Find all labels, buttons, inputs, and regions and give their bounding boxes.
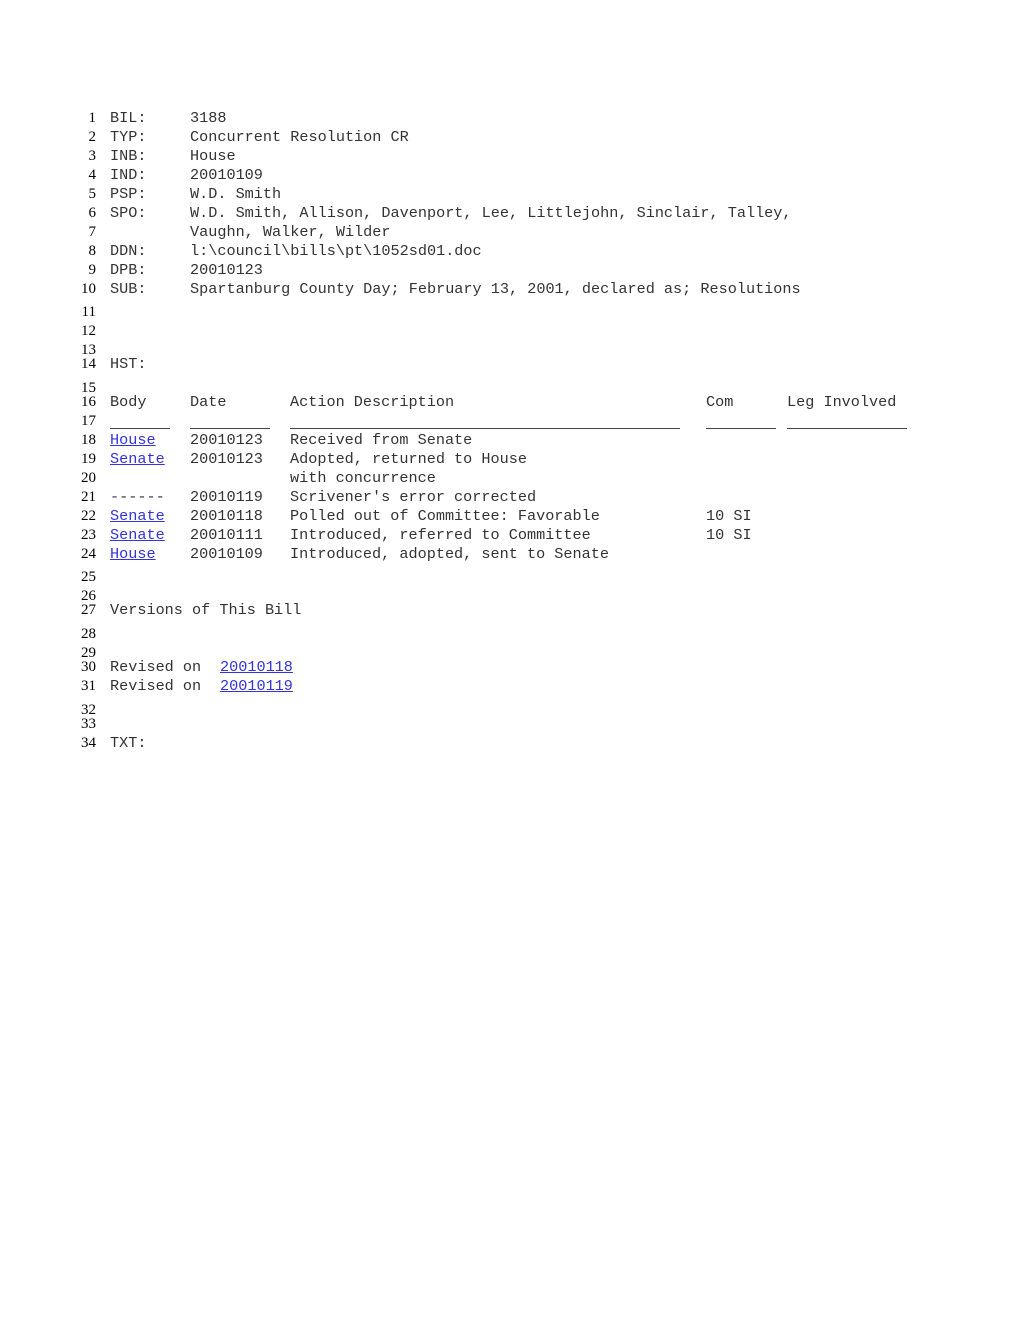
field-key-typ: TYP: xyxy=(110,128,147,146)
text-label: TXT: xyxy=(110,734,147,752)
version-link[interactable]: 20010119 xyxy=(220,678,293,694)
history-action: Scrivener's error corrected xyxy=(290,488,537,506)
line-number: 21 xyxy=(81,489,96,505)
field-value-sub: Spartanburg County Day; February 13, 200… xyxy=(190,280,801,298)
field-key-ind: IND: xyxy=(110,166,147,184)
history-com: 10 SI xyxy=(706,507,752,525)
line-number: 20 xyxy=(81,470,96,486)
field-key-dpb: DPB: xyxy=(110,261,147,279)
field-key-spo: SPO: xyxy=(110,204,147,222)
field-key-bil: BIL: xyxy=(110,109,147,127)
line-number: 31 xyxy=(81,678,96,694)
history-action: Polled out of Committee: Favorable xyxy=(290,507,600,525)
history-header-com: Com xyxy=(706,393,734,411)
history-header-date: Date xyxy=(190,393,227,411)
field-value-dpb: 20010123 xyxy=(190,261,263,279)
line-number: 25 xyxy=(81,569,96,585)
line-number: 11 xyxy=(81,304,96,320)
header-underline-date xyxy=(190,428,270,429)
field-key-ddn: DDN: xyxy=(110,242,147,260)
line-number: 10 xyxy=(81,281,96,297)
history-com: 10 SI xyxy=(706,526,752,544)
header-underline-action xyxy=(290,428,680,429)
line-number: 16 xyxy=(81,394,96,410)
history-header-action: Action Description xyxy=(290,393,455,411)
history-label: HST: xyxy=(110,355,147,373)
history-date: 20010123 xyxy=(190,450,263,468)
field-value-bil: 3188 xyxy=(190,109,227,127)
history-header-body: Body xyxy=(110,393,147,411)
line-number: 23 xyxy=(81,527,96,543)
line-number: 28 xyxy=(81,626,96,642)
history-action: Introduced, referred to Committee xyxy=(290,526,591,544)
history-date: 20010111 xyxy=(190,526,263,544)
line-number: 19 xyxy=(81,451,96,467)
versions-title: Versions of This Bill xyxy=(110,601,302,619)
history-action: Received from Senate xyxy=(290,431,473,449)
line-number: 34 xyxy=(81,735,96,751)
field-value-ind: 20010109 xyxy=(190,166,263,184)
line-number: 9 xyxy=(88,262,97,278)
header-underline-leg xyxy=(787,428,907,429)
line-number: 18 xyxy=(81,432,96,448)
version-prefix: Revised on xyxy=(110,658,211,676)
header-underline-com xyxy=(706,428,776,429)
version-link[interactable]: 20010118 xyxy=(220,659,293,675)
field-value-ddn: l:\council\bills\pt\1052sd01.doc xyxy=(190,242,482,260)
line-number: 2 xyxy=(88,129,97,145)
body-link-senate[interactable]: Senate xyxy=(110,527,165,543)
line-number: 33 xyxy=(81,716,96,732)
line-number: 3 xyxy=(88,148,97,164)
history-date: 20010119 xyxy=(190,488,263,506)
history-action: Adopted, returned to House xyxy=(290,450,527,468)
line-number: 1 xyxy=(88,110,97,126)
line-number: 8 xyxy=(88,243,97,259)
history-action: Introduced, adopted, sent to Senate xyxy=(290,545,609,563)
bill-document: 1 2 3 4 5 6 7 8 9 10 11 12 13 14 15 16 1… xyxy=(0,0,1020,1320)
history-date: 20010118 xyxy=(190,507,263,525)
line-number: 17 xyxy=(81,413,96,429)
body-link-house[interactable]: House xyxy=(110,546,156,562)
version-prefix: Revised on xyxy=(110,677,211,695)
field-key-psp: PSP: xyxy=(110,185,147,203)
field-value-spo: W.D. Smith, Allison, Davenport, Lee, Lit… xyxy=(190,204,792,222)
history-body: ------ xyxy=(110,488,165,506)
line-number: 4 xyxy=(88,167,97,183)
body-link-house[interactable]: House xyxy=(110,432,156,448)
line-number: 14 xyxy=(81,356,96,372)
line-number: 27 xyxy=(81,602,96,618)
history-date: 20010109 xyxy=(190,545,263,563)
line-number: 5 xyxy=(88,186,97,202)
header-underline-body xyxy=(110,428,170,429)
field-key-inb: INB: xyxy=(110,147,147,165)
field-value-spo-continued: Vaughn, Walker, Wilder xyxy=(190,223,391,241)
line-number: 30 xyxy=(81,659,96,675)
line-number: 7 xyxy=(88,224,97,240)
line-number: 12 xyxy=(81,323,96,339)
field-value-psp: W.D. Smith xyxy=(190,185,282,203)
body-link-senate[interactable]: Senate xyxy=(110,508,165,524)
history-action-continued: with concurrence xyxy=(290,469,436,487)
history-date: 20010123 xyxy=(190,431,263,449)
line-number: 24 xyxy=(81,546,96,562)
history-header-leg: Leg Involved xyxy=(787,393,897,411)
field-key-sub: SUB: xyxy=(110,280,147,298)
body-link-senate[interactable]: Senate xyxy=(110,451,165,467)
field-value-typ: Concurrent Resolution CR xyxy=(190,128,409,146)
line-number: 22 xyxy=(81,508,96,524)
line-number: 6 xyxy=(88,205,97,221)
field-value-inb: House xyxy=(190,147,236,165)
